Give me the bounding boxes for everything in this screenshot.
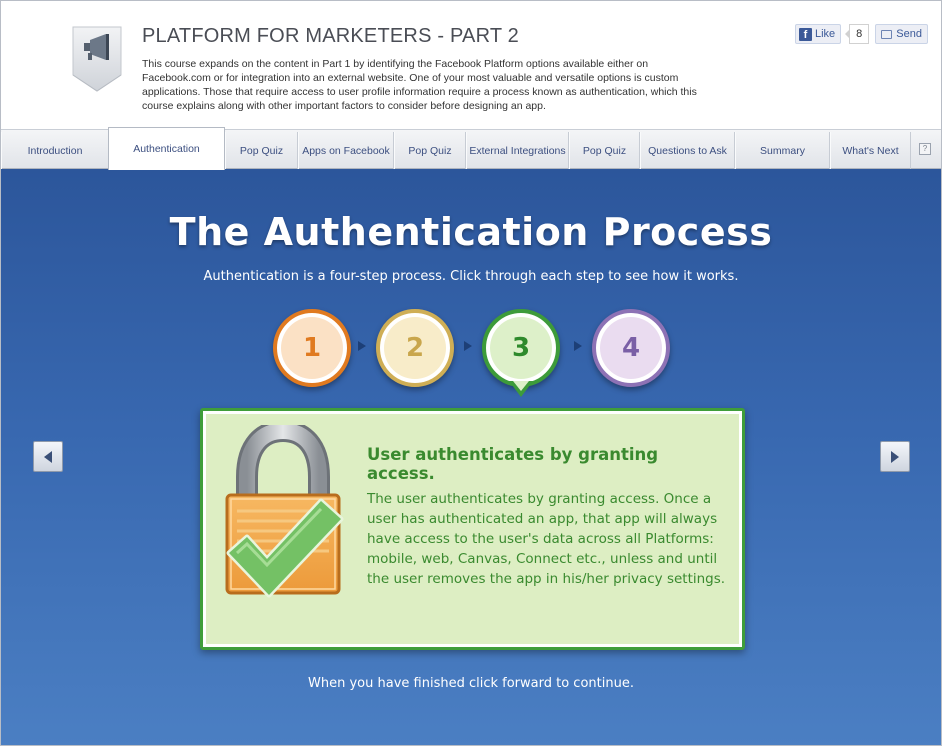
course-title: PLATFORM FOR MARKETERS - PART 2: [142, 25, 519, 47]
tab-questions-to-ask[interactable]: Questions to Ask: [640, 132, 735, 169]
course-header: PLATFORM FOR MARKETERS - PART 2 This cou…: [1, 1, 941, 129]
step-description: The user authenticates by granting acces…: [367, 491, 726, 587]
step-heading: User authenticates by granting access.: [367, 445, 659, 483]
like-count: 8: [845, 24, 870, 44]
padlock-checkmark-icon: [223, 419, 345, 603]
step-connector-arrow: [574, 341, 582, 351]
speech-bubble-icon: [881, 29, 893, 39]
megaphone-icon: [71, 25, 123, 95]
course-window: PLATFORM FOR MARKETERS - PART 2 This cou…: [0, 0, 942, 746]
send-label: Send: [896, 28, 922, 40]
step-connector-arrow: [358, 341, 366, 351]
lesson-stage: The Authentication Process Authenticatio…: [1, 169, 941, 745]
tab-external-integrations[interactable]: External Integrations: [466, 132, 569, 169]
step-2-button[interactable]: 2: [376, 309, 454, 387]
facebook-like-button[interactable]: f Like: [794, 24, 842, 44]
course-description: This course expands on the content in Pa…: [142, 58, 697, 112]
step-4-button[interactable]: 4: [592, 309, 670, 387]
section-subtitle: Authentication is a four-step process. C…: [203, 269, 739, 284]
next-button[interactable]: [880, 441, 910, 472]
step-connector-arrow: [464, 341, 472, 351]
tab-pop-quiz-2[interactable]: Pop Quiz: [394, 132, 466, 169]
tab-whats-next[interactable]: What's Next: [830, 132, 911, 169]
step-3-button[interactable]: 3: [482, 309, 560, 387]
facebook-send-button[interactable]: Send: [875, 24, 928, 44]
social-buttons: f Like 8 Send: [794, 24, 928, 44]
tab-authentication[interactable]: Authentication: [108, 127, 225, 170]
course-tab-bar: Introduction Authentication Pop Quiz App…: [1, 127, 941, 170]
help-button[interactable]: ?: [919, 143, 931, 155]
facebook-logo-icon: f: [798, 27, 812, 41]
tab-introduction[interactable]: Introduction: [1, 132, 109, 169]
arrow-right-icon: [891, 450, 899, 463]
tab-apps-on-facebook[interactable]: Apps on Facebook: [298, 132, 394, 169]
tab-pop-quiz-1[interactable]: Pop Quiz: [225, 132, 298, 169]
current-step-pointer-inner: [513, 381, 529, 391]
step-1-button[interactable]: 1: [273, 309, 351, 387]
tab-summary[interactable]: Summary: [735, 132, 830, 169]
continue-instruction: When you have finished click forward to …: [308, 676, 634, 691]
previous-button[interactable]: [33, 441, 63, 472]
like-label: Like: [814, 28, 836, 40]
section-title: The Authentication Process: [169, 210, 773, 254]
tab-pop-quiz-3[interactable]: Pop Quiz: [569, 132, 640, 169]
step-content-box: User authenticates by granting access. T…: [200, 408, 745, 650]
arrow-left-icon: [44, 450, 52, 463]
